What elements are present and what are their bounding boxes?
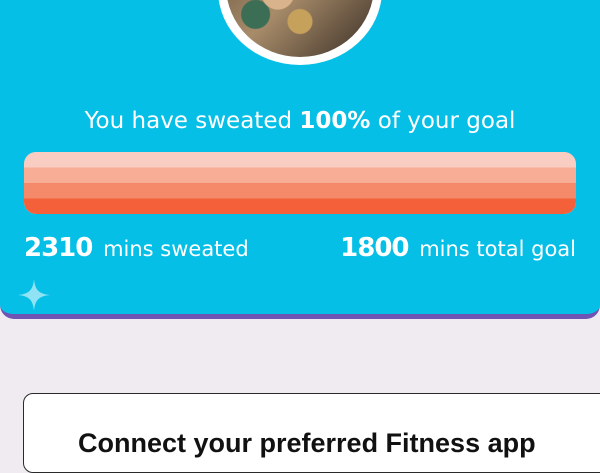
goal-percent: 100%: [299, 108, 371, 134]
headline-prefix: You have sweated: [84, 108, 300, 134]
avatar: [218, 0, 382, 65]
sweat-goal-card: You have sweated 100% of your goal 2310 …: [0, 0, 600, 319]
sparkle-icon: [18, 279, 50, 311]
headline-suffix: of your goal: [370, 108, 516, 134]
connect-fitness-app-card[interactable]: Connect your preferred Fitness app: [23, 393, 600, 473]
profile-photo: [226, 0, 374, 57]
mins-sweated-label: mins sweated: [103, 237, 249, 261]
total-goal-label: mins total goal: [419, 237, 576, 261]
goal-progress-bar: [24, 152, 576, 214]
total-goal-stat: 1800 mins total goal: [340, 233, 576, 264]
mins-sweated-value: 2310: [24, 233, 93, 263]
connect-fitness-app-title: Connect your preferred Fitness app: [78, 428, 536, 458]
sweat-goal-headline: You have sweated 100% of your goal: [0, 106, 600, 136]
goal-progress-fill: [24, 152, 576, 214]
mins-sweated-stat: 2310 mins sweated: [24, 233, 249, 264]
total-goal-value: 1800: [340, 233, 409, 263]
